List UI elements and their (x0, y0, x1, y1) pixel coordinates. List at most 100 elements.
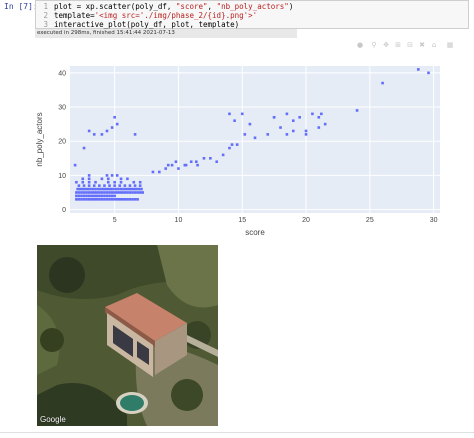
plotly-logo-icon[interactable]: ▦ (446, 41, 454, 49)
scatter-point[interactable] (121, 191, 124, 194)
scatter-point[interactable] (133, 184, 137, 187)
scatter-point[interactable] (105, 174, 109, 177)
scatter-point[interactable] (119, 187, 123, 191)
scatter-point[interactable] (135, 187, 138, 191)
scatter-point[interactable] (137, 187, 141, 191)
scatter-point[interactable] (105, 194, 109, 198)
scatter-point[interactable] (73, 163, 77, 167)
scatter-point[interactable] (126, 191, 129, 194)
scatter-point[interactable] (164, 167, 167, 170)
scatter-point[interactable] (95, 194, 99, 198)
scatter-point[interactable] (243, 133, 247, 136)
scatter-point[interactable] (228, 146, 231, 150)
scatter-point[interactable] (123, 184, 127, 187)
scatter-point[interactable] (85, 191, 88, 194)
scatter-point[interactable] (100, 177, 104, 181)
scatter-point[interactable] (100, 191, 104, 194)
scatter-point[interactable] (95, 198, 99, 201)
scatter-point[interactable] (80, 191, 83, 194)
scatter-point[interactable] (108, 194, 111, 198)
code-line[interactable]: 1 plot = xp.scatter(poly_df, "score", "nb… (38, 2, 293, 11)
scatter-point[interactable] (323, 122, 327, 126)
scatter-point[interactable] (233, 119, 236, 122)
scatter-point[interactable] (128, 184, 132, 187)
scatter-point[interactable] (76, 187, 79, 191)
scatter-chart[interactable]: 5 10 15 20 25 30 0 10 20 30 40 score nb_poly_actor… (30, 52, 450, 237)
zoom-out-icon[interactable]: ⊟ (406, 41, 414, 49)
scatter-point[interactable] (221, 153, 225, 157)
scatter-point[interactable] (90, 191, 93, 194)
zoom-in-icon[interactable]: ⊞ (394, 41, 402, 49)
scatter-point[interactable] (105, 198, 109, 201)
scatter-point[interactable] (136, 198, 139, 201)
scatter-point[interactable] (110, 126, 114, 129)
scatter-point[interactable] (92, 184, 96, 187)
scatter-point[interactable] (92, 133, 96, 136)
scatter-point[interactable] (87, 184, 91, 187)
scatter-point[interactable] (128, 191, 132, 194)
scatter-point[interactable] (96, 187, 100, 191)
scatter-point[interactable] (112, 187, 115, 191)
scatter-point[interactable] (106, 180, 110, 184)
scatter-point[interactable] (119, 177, 123, 181)
scatter-point[interactable] (113, 180, 116, 184)
scatter-point[interactable] (170, 163, 174, 167)
scatter-point[interactable] (81, 177, 85, 181)
scatter-point[interactable] (86, 187, 90, 191)
scatter-point[interactable] (113, 194, 116, 198)
scatter-point[interactable] (138, 191, 142, 194)
scatter-point[interactable] (94, 180, 97, 184)
scatter-point[interactable] (103, 198, 106, 201)
scatter-point[interactable] (189, 160, 193, 164)
scatter-point[interactable] (77, 198, 81, 201)
scatter-point[interactable] (202, 157, 206, 160)
scatter-point[interactable] (215, 160, 219, 164)
scatter-point[interactable] (81, 187, 85, 191)
code-cell[interactable]: 1 plot = xp.scatter(poly_df, "score", "nb… (35, 0, 469, 29)
scatter-point[interactable] (166, 163, 170, 167)
scatter-point[interactable] (105, 191, 109, 194)
scatter-point[interactable] (98, 184, 101, 187)
scatter-point[interactable] (317, 115, 321, 119)
scatter-point[interactable] (108, 184, 111, 187)
scatter-point[interactable] (75, 191, 78, 194)
scatter-point[interactable] (95, 191, 99, 194)
scatter-point[interactable] (113, 191, 116, 194)
scatter-point[interactable] (90, 194, 93, 198)
scatter-point[interactable] (105, 129, 109, 133)
scatter-point[interactable] (77, 194, 81, 198)
scatter-point[interactable] (85, 198, 88, 201)
scatter-point[interactable] (140, 187, 143, 191)
scatter-point[interactable] (129, 187, 133, 191)
code-line[interactable]: 3 interactive_plot(poly_df, plot, templat… (38, 20, 239, 29)
scatter-point[interactable] (90, 198, 93, 201)
scatter-point[interactable] (108, 191, 111, 194)
scatter-point[interactable] (158, 170, 161, 174)
scatter-point[interactable] (82, 194, 86, 198)
autoscale-icon[interactable]: ✖ (418, 41, 426, 49)
scatter-point[interactable] (138, 184, 142, 187)
scatter-point[interactable] (84, 187, 87, 191)
scatter-point[interactable] (91, 187, 95, 191)
scatter-point[interactable] (133, 191, 137, 194)
reset-axes-icon[interactable]: ⌂ (430, 41, 438, 49)
scatter-point[interactable] (304, 133, 308, 136)
scatter-point[interactable] (81, 180, 85, 184)
scatter-point[interactable] (110, 174, 114, 177)
scatter-point[interactable] (103, 194, 106, 198)
scatter-point[interactable] (87, 180, 91, 184)
scatter-point[interactable] (103, 191, 106, 194)
scatter-point[interactable] (317, 126, 321, 129)
scatter-point[interactable] (121, 198, 124, 201)
scatter-point[interactable] (114, 187, 118, 191)
scatter-point[interactable] (82, 146, 86, 150)
scatter-point[interactable] (177, 167, 180, 170)
scatter-point[interactable] (131, 191, 134, 194)
scatter-point[interactable] (132, 180, 136, 184)
scatter-point[interactable] (82, 198, 86, 201)
scatter-point[interactable] (240, 112, 244, 116)
scatter-point[interactable] (99, 187, 102, 191)
scatter-point[interactable] (75, 198, 78, 201)
scatter-point[interactable] (131, 198, 134, 201)
scatter-point[interactable] (100, 194, 104, 198)
